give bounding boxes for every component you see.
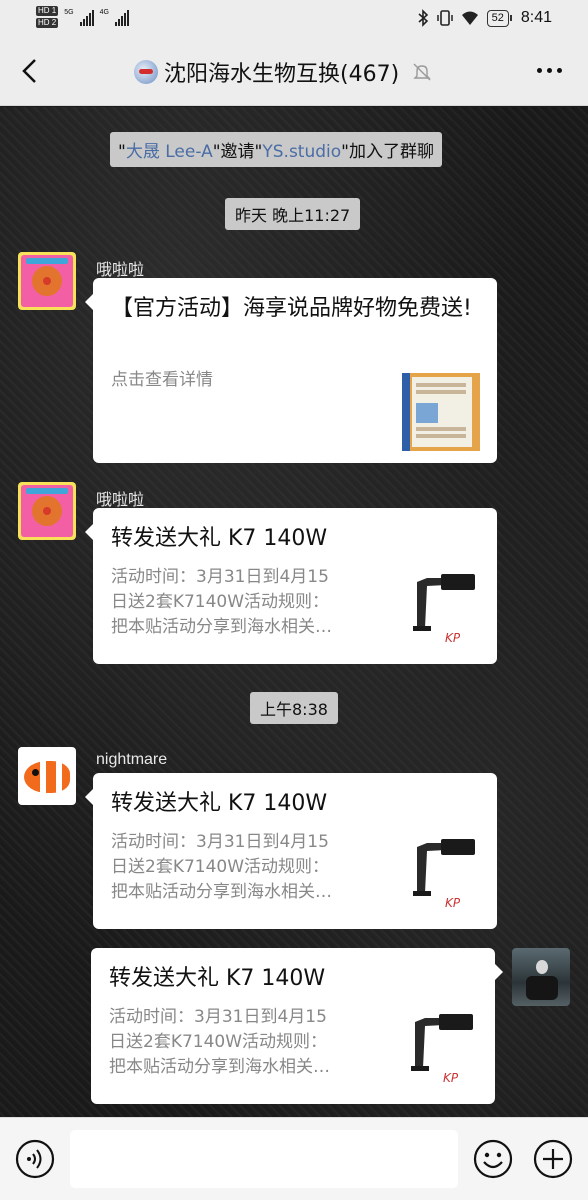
chat-title[interactable]: 沈阳海水生物互换(467) (164, 56, 399, 88)
avatar[interactable] (18, 482, 76, 540)
my-avatar[interactable] (512, 948, 570, 1006)
card-title: 转发送大礼 K7 140W (111, 791, 328, 816)
hd2-label: HD 2 (36, 18, 59, 28)
card-desc-line: 把本贴活动分享到海水相关… (111, 617, 332, 637)
voice-icon[interactable] (14, 1138, 56, 1180)
svg-text:KP: KP (445, 896, 461, 910)
card-desc: 活动时间：3月31日到4月15 日送2套K7140W活动规则： 把本贴活动分享到… (111, 830, 391, 905)
notice-suffix: "加入了群聊 (341, 142, 434, 162)
notice-mid: "邀请" (212, 142, 263, 162)
clock: 8:41 (520, 9, 552, 26)
card-desc: 活动时间：3月31日到4月15 日送2套K7140W活动规则： 把本贴活动分享到… (109, 1005, 389, 1080)
notice-quote: " (118, 142, 126, 162)
lamp-thumbnail: KP (403, 1006, 487, 1090)
status-bar: HD 1 HD 2 5G 4G 52 8:41 (0, 0, 588, 38)
card-title: 【官方活动】海享说品牌好物免费送! (111, 296, 472, 321)
link-card[interactable]: 转发送大礼 K7 140W 活动时间：3月31日到4月15 日送2套K7140W… (85, 508, 497, 664)
card-title: 转发送大礼 K7 140W (111, 526, 328, 551)
emoji-icon[interactable] (472, 1138, 514, 1180)
link-card[interactable]: 转发送大礼 K7 140W 活动时间：3月31日到4月15 日送2套K7140W… (91, 948, 503, 1104)
card-desc-line: 把本贴活动分享到海水相关… (111, 882, 332, 902)
input-bar (0, 1117, 588, 1200)
inviter-link[interactable]: 大晟 Lee-A (126, 142, 213, 162)
hd-indicators: HD 1 HD 2 (36, 6, 59, 28)
battery-level: 52 (486, 9, 513, 27)
message-input[interactable] (70, 1130, 458, 1188)
chat-area[interactable]: "大晟 Lee-A"邀请"YS.studio"加入了群聊 昨天 晚上11:27 … (0, 107, 588, 1117)
svg-text:KP: KP (443, 1071, 459, 1085)
card-desc-line: 活动时间：3月31日到4月15 (109, 1007, 327, 1027)
lamp-thumbnail: KP (405, 831, 489, 915)
card-desc: 点击查看详情 (111, 370, 213, 390)
title-wrap: 沈阳海水生物互换(467) (134, 56, 433, 88)
group-logo-icon (134, 60, 158, 84)
card-desc: 活动时间：3月31日到4月15 日送2套K7140W活动规则： 把本贴活动分享到… (111, 565, 391, 640)
chat-header: 沈阳海水生物互换(467) (0, 38, 588, 106)
card-desc-line: 活动时间：3月31日到4月15 (111, 832, 329, 852)
system-notice: "大晟 Lee-A"邀请"YS.studio"加入了群聊 (110, 132, 442, 167)
card-desc-line: 把本贴活动分享到海水相关… (109, 1057, 330, 1077)
lamp-thumbnail: KP (405, 566, 489, 650)
sender-name: 哦啦啦 (96, 492, 145, 509)
mute-bell-icon (413, 63, 431, 81)
vibrate-icon (436, 10, 453, 26)
card-title: 转发送大礼 K7 140W (109, 966, 326, 991)
bluetooth-icon (418, 9, 428, 27)
link-card[interactable]: 转发送大礼 K7 140W 活动时间：3月31日到4月15 日送2套K7140W… (85, 773, 497, 929)
link-card[interactable]: 【官方活动】海享说品牌好物免费送! 点击查看详情 (85, 278, 497, 463)
net1-label: 5G (64, 9, 74, 16)
sender-name: nightmare (96, 751, 168, 768)
timestamp: 昨天 晚上11:27 (225, 198, 361, 230)
back-icon[interactable] (16, 56, 46, 86)
card-thumbnail (402, 373, 480, 451)
timestamp: 上午8:38 (250, 692, 338, 724)
card-desc-line: 日送2套K7140W活动规则： (109, 1032, 328, 1052)
signal-icon-2 (114, 10, 129, 26)
hd1-label: HD 1 (36, 6, 59, 16)
card-desc-line: 活动时间：3月31日到4月15 (111, 567, 329, 587)
status-left: HD 1 HD 2 5G 4G (36, 6, 129, 28)
invitee-link[interactable]: YS.studio (262, 142, 341, 162)
svg-text:KP: KP (445, 631, 461, 645)
wifi-icon (461, 11, 478, 25)
card-desc-line: 日送2套K7140W活动规则： (111, 857, 330, 877)
net2-label: 4G (99, 9, 109, 16)
sender-name: 哦啦啦 (96, 262, 145, 279)
more-icon[interactable] (537, 68, 562, 73)
plus-icon[interactable] (532, 1138, 574, 1180)
card-desc-line: 日送2套K7140W活动规则： (111, 592, 330, 612)
avatar[interactable] (18, 252, 76, 310)
status-right: 52 8:41 (417, 9, 552, 27)
avatar[interactable] (18, 747, 76, 805)
signal-icon (79, 10, 94, 26)
